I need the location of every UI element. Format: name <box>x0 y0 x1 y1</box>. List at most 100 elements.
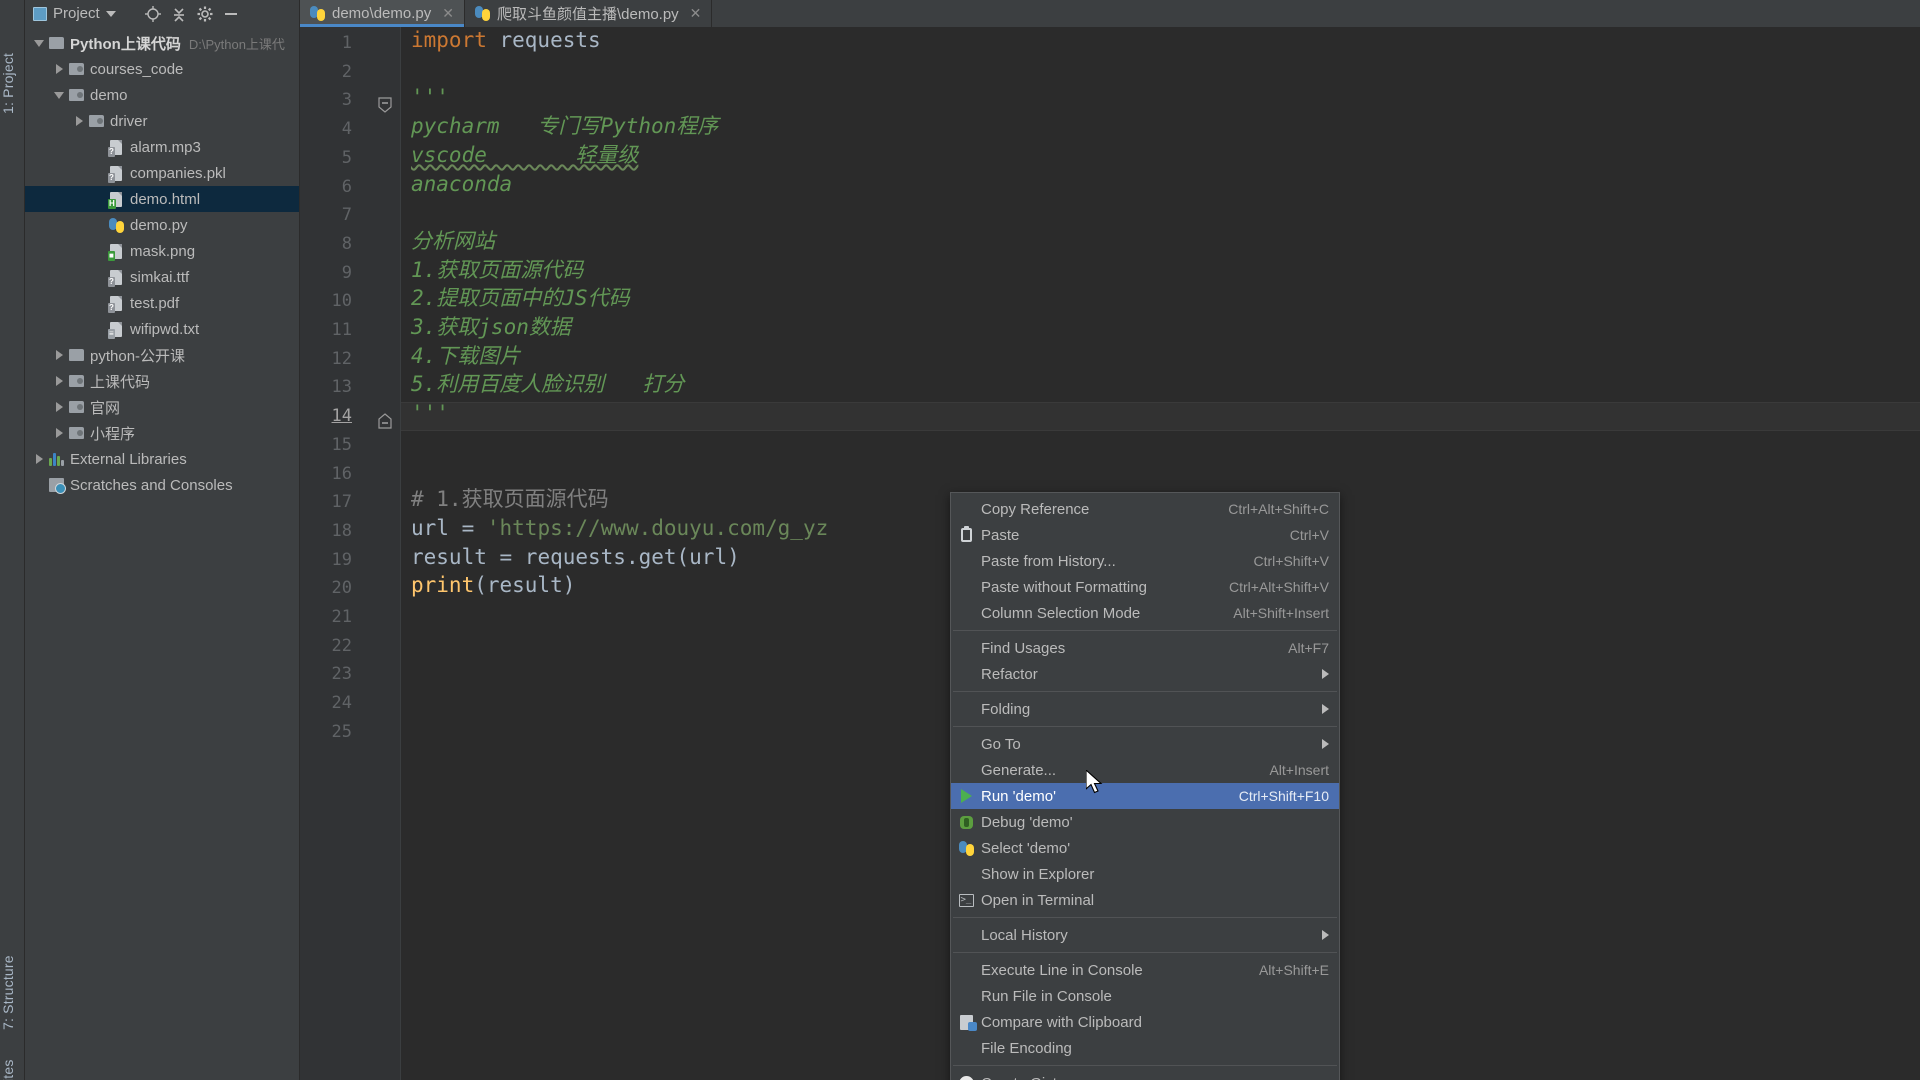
line-number[interactable]: 13 <box>312 377 352 397</box>
code-line[interactable]: print(result) <box>411 571 575 600</box>
tree-item[interactable]: External Libraries <box>25 446 299 472</box>
code-line[interactable]: 3.获取json数据 <box>411 313 571 342</box>
line-number[interactable]: 20 <box>312 578 352 598</box>
menu-item[interactable]: Generate... Alt+Insert <box>951 757 1339 783</box>
tree-item[interactable]: ? test.pdf <box>25 290 299 316</box>
line-number[interactable]: 7 <box>312 205 352 225</box>
twisty[interactable] <box>31 446 47 472</box>
menu-item[interactable]: Copy Reference Ctrl+Alt+Shift+C <box>951 496 1339 522</box>
code-line[interactable]: result = requests.get(url) <box>411 543 740 572</box>
editor-tab[interactable]: demo\demo.py ✕ <box>300 0 465 27</box>
twisty[interactable] <box>91 264 107 290</box>
code-line[interactable]: 1.获取页面源代码 <box>411 256 583 285</box>
line-number[interactable]: 17 <box>312 492 352 512</box>
chevron-down-icon[interactable] <box>105 10 116 17</box>
tool-button-project[interactable]: 1: Project <box>0 4 25 114</box>
twisty[interactable] <box>91 290 107 316</box>
line-number[interactable]: 8 <box>312 234 352 254</box>
code-line[interactable]: pycharm 专门写Python程序 <box>411 112 718 141</box>
hide-icon[interactable] <box>220 3 242 25</box>
menu-item[interactable]: >_ Open in Terminal <box>951 887 1339 913</box>
line-number[interactable]: 10 <box>312 291 352 311</box>
line-number[interactable]: 3 <box>312 90 352 110</box>
line-number[interactable]: 24 <box>312 693 352 713</box>
line-number-gutter[interactable]: 1 2 3 4 5 6 7 8 9 10 11 12 13 14 15 16 17 18 19 20 21 22 23 24 2… <box>300 27 400 1080</box>
line-number[interactable]: 22 <box>312 636 352 656</box>
tree-item[interactable]: 官网 <box>25 394 299 420</box>
tree-item[interactable]: driver <box>25 108 299 134</box>
twisty[interactable] <box>91 212 107 238</box>
tree-item[interactable]: Scratches and Consoles <box>25 472 299 498</box>
line-number[interactable]: 6 <box>312 177 352 197</box>
menu-item[interactable]: Run File in Console <box>951 983 1339 1009</box>
menu-item[interactable]: Refactor <box>951 661 1339 687</box>
tree-item[interactable]: ■ mask.png <box>25 238 299 264</box>
twisty[interactable] <box>91 316 107 342</box>
code-line[interactable]: ''' <box>411 83 449 112</box>
menu-item[interactable]: Select 'demo' <box>951 835 1339 861</box>
tree-item[interactable]: 上课代码 <box>25 368 299 394</box>
fold-end-icon[interactable] <box>378 413 392 429</box>
fold-start-icon[interactable] <box>378 97 392 114</box>
line-number[interactable]: 11 <box>312 320 352 340</box>
tree-item[interactable]: ? companies.pkl <box>25 160 299 186</box>
menu-item[interactable]: Paste from History... Ctrl+Shift+V <box>951 548 1339 574</box>
project-pane-title-group[interactable]: Project <box>29 5 120 22</box>
menu-item[interactable]: Compare with Clipboard <box>951 1009 1339 1035</box>
editor-context-menu[interactable]: Copy Reference Ctrl+Alt+Shift+C Paste Ctrl+… <box>950 492 1340 1080</box>
menu-item[interactable]: Folding <box>951 696 1339 722</box>
twisty[interactable] <box>31 472 47 498</box>
twisty[interactable] <box>51 342 67 368</box>
line-number[interactable]: 5 <box>312 148 352 168</box>
menu-item[interactable]: Debug 'demo' <box>951 809 1339 835</box>
line-number[interactable]: 25 <box>312 722 352 742</box>
tree-item[interactable]: python-公开课 <box>25 342 299 368</box>
code-line[interactable]: import requests <box>411 26 601 55</box>
project-tree[interactable]: Python上课代码 D:\Python上课代 courses_code demo dr… <box>25 27 299 498</box>
tree-item[interactable]: 小程序 <box>25 420 299 446</box>
twisty[interactable] <box>91 134 107 160</box>
code-line[interactable]: vscode 轻量级 <box>411 141 638 170</box>
code-line[interactable]: anaconda <box>411 170 512 199</box>
tree-item[interactable]: Hdemo.html <box>25 186 299 212</box>
twisty[interactable] <box>91 160 107 186</box>
menu-item[interactable]: Paste Ctrl+V <box>951 522 1339 548</box>
code-line[interactable]: 5.利用百度人脸识别 打分 <box>411 370 684 399</box>
menu-item[interactable]: Show in Explorer <box>951 861 1339 887</box>
line-number[interactable]: 1 <box>312 33 352 53</box>
close-icon[interactable]: ✕ <box>442 5 454 22</box>
line-number[interactable]: 16 <box>312 464 352 484</box>
tree-item[interactable]: ≡ wifipwd.txt <box>25 316 299 342</box>
line-number[interactable]: 4 <box>312 119 352 139</box>
menu-item[interactable]: Run 'demo' Ctrl+Shift+F10 <box>951 783 1339 809</box>
line-number[interactable]: 2 <box>312 62 352 82</box>
line-number[interactable]: 18 <box>312 521 352 541</box>
editor-tab-bar[interactable]: demo\demo.py ✕ 爬取斗鱼颜值主播\demo.py ✕ <box>300 0 1920 27</box>
code-line[interactable]: 2.提取页面中的JS代码 <box>411 284 630 313</box>
twisty[interactable] <box>51 420 67 446</box>
menu-item[interactable]: Execute Line in Console Alt+Shift+E <box>951 957 1339 983</box>
collapse-all-icon[interactable] <box>168 3 190 25</box>
menu-item[interactable]: Find Usages Alt+F7 <box>951 635 1339 661</box>
twisty[interactable] <box>51 56 67 82</box>
tree-item[interactable]: Python上课代码 D:\Python上课代 <box>25 30 299 56</box>
tree-item[interactable]: ? alarm.mp3 <box>25 134 299 160</box>
line-number[interactable]: 14 <box>312 406 352 426</box>
twisty[interactable] <box>51 394 67 420</box>
editor-tab[interactable]: 爬取斗鱼颜值主播\demo.py ✕ <box>465 0 713 27</box>
code-line[interactable]: url = 'https://www.douyu.com/g_yz <box>411 514 828 543</box>
menu-item[interactable]: Local History <box>951 922 1339 948</box>
line-number[interactable]: 15 <box>312 435 352 455</box>
close-icon[interactable]: ✕ <box>690 5 702 22</box>
twisty[interactable] <box>71 108 87 134</box>
tool-button-structure[interactable]: 7: Structure <box>0 900 25 1030</box>
code-line[interactable]: 分析网站 <box>411 227 495 256</box>
line-number[interactable]: 23 <box>312 664 352 684</box>
line-number[interactable]: 19 <box>312 550 352 570</box>
tree-item[interactable]: demo <box>25 82 299 108</box>
menu-item[interactable]: Column Selection Mode Alt+Shift+Insert <box>951 600 1339 626</box>
tree-item[interactable]: courses_code <box>25 56 299 82</box>
line-number[interactable]: 21 <box>312 607 352 627</box>
line-number[interactable]: 12 <box>312 349 352 369</box>
locate-icon[interactable] <box>142 3 164 25</box>
